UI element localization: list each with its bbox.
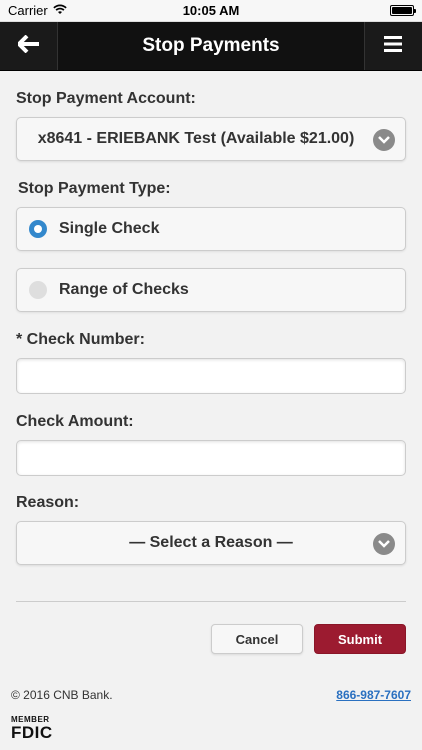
form-actions: Cancel Submit <box>16 624 406 654</box>
footer: © 2016 CNB Bank. 866-987-7607 <box>0 688 422 702</box>
cancel-button[interactable]: Cancel <box>211 624 303 654</box>
hamburger-menu-icon <box>384 35 403 57</box>
check-amount-label: Check Amount: <box>16 413 134 430</box>
chevron-down-icon <box>373 533 395 555</box>
reason-select[interactable]: — Select a Reason — <box>16 521 406 565</box>
copyright-text: © 2016 CNB Bank. <box>11 688 113 702</box>
account-label: Stop Payment Account: <box>16 90 196 107</box>
fdic-logo: MEMBER FDIC <box>11 716 53 742</box>
wifi-icon <box>53 3 67 18</box>
radio-range-of-checks[interactable]: Range of Checks <box>16 268 406 312</box>
stop-payment-form: Stop Payment Account: x8641 - ERIEBANK T… <box>0 90 422 654</box>
phone-link[interactable]: 866-987-7607 <box>336 688 411 702</box>
page-title: Stop Payments <box>142 35 280 56</box>
nav-bar: Stop Payments <box>0 22 422 71</box>
radio-single-check-label: Single Check <box>59 220 160 237</box>
back-button[interactable] <box>0 22 58 70</box>
fdic-text: FDIC <box>11 723 53 742</box>
status-bar: Carrier 10:05 AM <box>0 0 422 22</box>
check-number-input[interactable] <box>16 358 406 394</box>
radio-selected-icon <box>29 220 47 238</box>
check-amount-input[interactable] <box>16 440 406 476</box>
battery-icon <box>389 5 416 16</box>
reason-select-value: — Select a Reason — <box>129 534 293 551</box>
carrier-label: Carrier <box>8 3 48 18</box>
check-number-label: * Check Number: <box>16 331 145 348</box>
radio-single-check[interactable]: Single Check <box>16 207 406 251</box>
reason-label: Reason: <box>16 494 80 511</box>
clock: 10:05 AM <box>182 3 240 18</box>
arrow-left-icon <box>15 34 40 58</box>
menu-button[interactable] <box>363 22 422 70</box>
account-select[interactable]: x8641 - ERIEBANK Test (Available $21.00) <box>16 117 406 161</box>
divider <box>16 601 406 602</box>
radio-unselected-icon <box>29 281 47 299</box>
chevron-down-icon <box>373 129 395 151</box>
type-label: Stop Payment Type: <box>18 180 171 197</box>
radio-range-label: Range of Checks <box>59 281 189 298</box>
account-select-value: x8641 - ERIEBANK Test (Available $21.00) <box>37 130 355 147</box>
submit-button[interactable]: Submit <box>314 624 406 654</box>
